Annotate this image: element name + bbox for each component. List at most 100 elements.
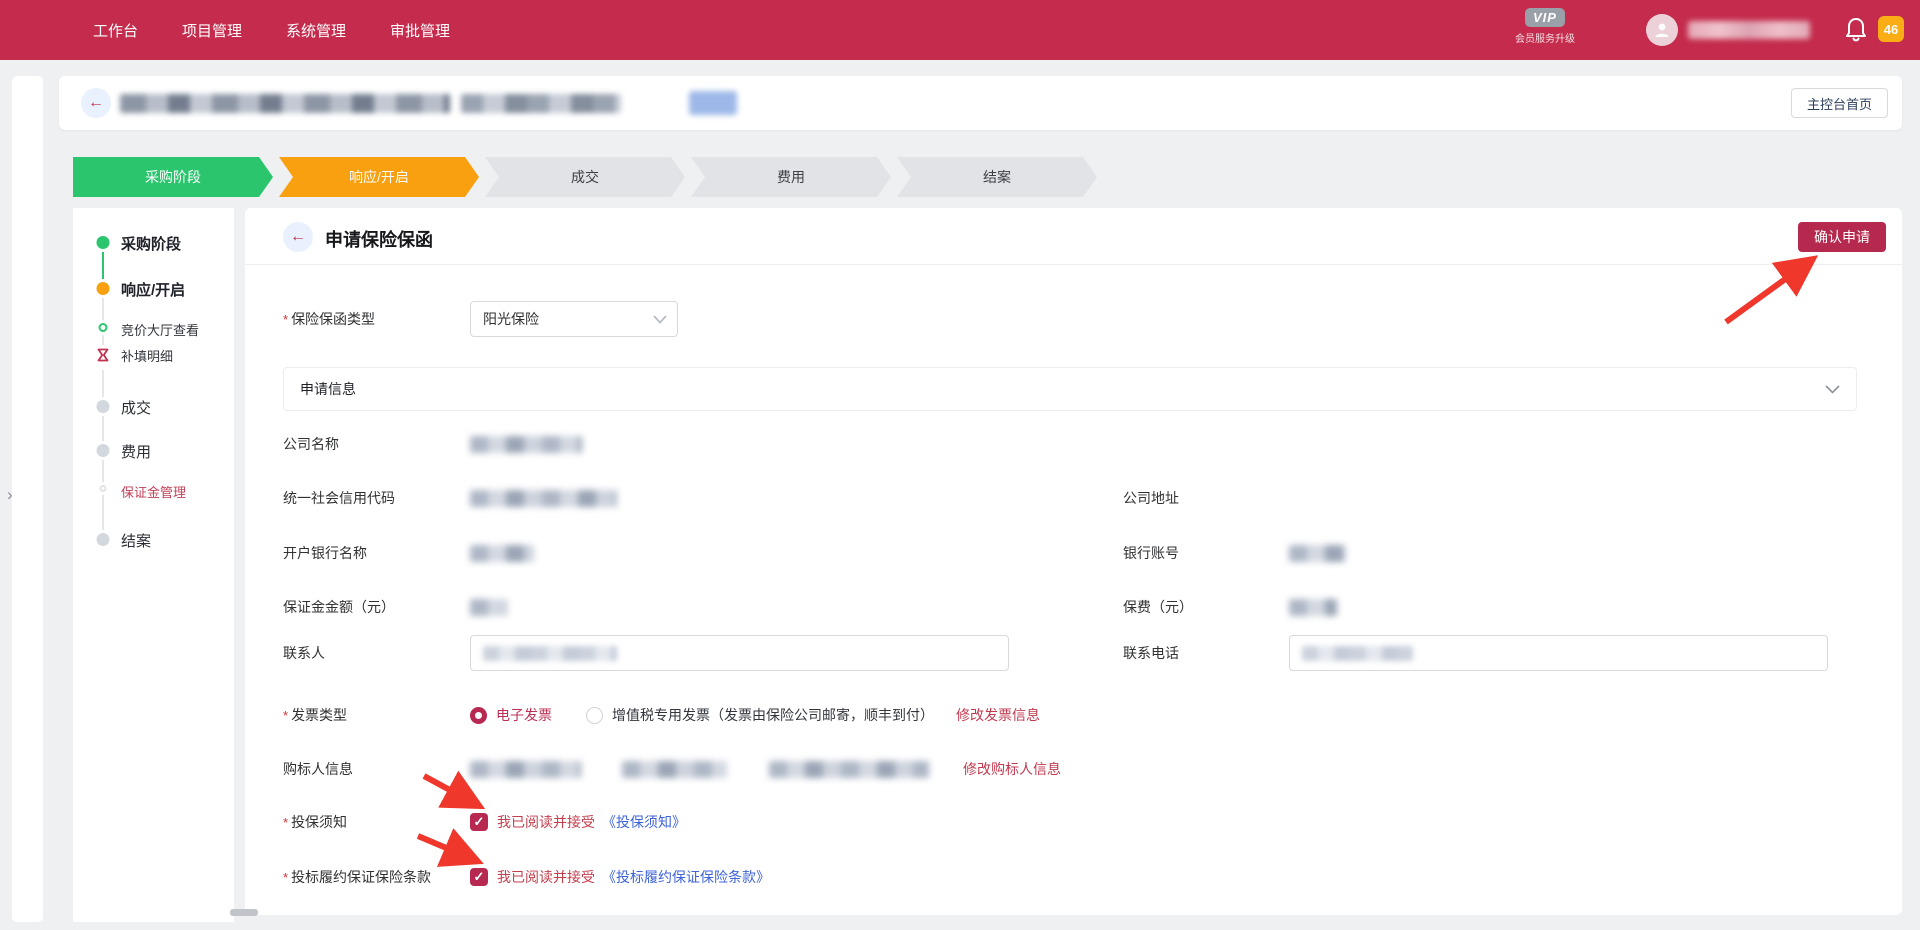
company-name-row: 公司名称	[283, 426, 1857, 462]
page-title: 申请保险保函	[325, 226, 433, 252]
guarantee-type-row: 保险保函类型 阳光保险	[283, 301, 1857, 337]
sidebar-item-close[interactable]: 结案	[121, 530, 151, 551]
contact-label: 联系人	[283, 643, 470, 663]
confirm-apply-button[interactable]: 确认申请	[1798, 222, 1886, 252]
terms-label: 投标履约保证保险条款	[283, 867, 470, 887]
timeline-connector	[102, 298, 104, 534]
sidebar-item-fill-details[interactable]: 补填明细	[121, 346, 173, 365]
invoice-type-label: 发票类型	[283, 705, 470, 725]
nav-item-system-management[interactable]: 系统管理	[286, 20, 346, 41]
stage-sidebar: 采购阶段 响应/开启 竞价大厅查看 补填明细 成交 费用 保证金管理 结案	[73, 208, 234, 922]
contact-row: 联系人 联系电话	[283, 635, 1857, 671]
check-icon: ✓	[474, 814, 485, 830]
bell-icon[interactable]	[1844, 17, 1868, 43]
step-response-open[interactable]: 响应/开启	[279, 157, 479, 197]
stage-pending-dot-icon	[97, 400, 110, 413]
deposit-value-redacted	[470, 599, 507, 616]
step-procurement[interactable]: 采购阶段	[73, 157, 273, 197]
sidebar-item-response-open[interactable]: 响应/开启	[121, 279, 185, 300]
notification-badge[interactable]: 46	[1878, 16, 1904, 42]
nav-item-project-management[interactable]: 项目管理	[182, 20, 242, 41]
chevron-down-icon	[1825, 385, 1840, 394]
sidebar-item-bidding-hall[interactable]: 竞价大厅查看	[121, 320, 199, 339]
stage-pending-dot-icon	[97, 444, 110, 457]
notice-agree-text: 我已阅读并接受	[497, 812, 595, 832]
vip-upgrade[interactable]: VIP 会员服务升级	[1500, 8, 1590, 45]
buyer-info-label: 购标人信息	[283, 759, 470, 779]
radio-e-invoice-label[interactable]: 电子发票	[496, 705, 552, 725]
vip-icon: VIP	[1525, 8, 1565, 27]
person-icon	[1653, 21, 1671, 39]
user-avatar[interactable]	[1646, 14, 1678, 46]
buyer-info-row: 购标人信息 修改购标人信息	[283, 751, 1857, 787]
console-home-button[interactable]: 主控台首页	[1791, 88, 1888, 118]
radio-vat-invoice[interactable]	[586, 707, 603, 724]
back-arrow-icon: ←	[290, 228, 306, 246]
substep-ring-icon	[100, 485, 107, 492]
terms-agree-text: 我已阅读并接受	[497, 867, 595, 887]
phone-label: 联系电话	[1123, 643, 1289, 663]
notice-doc-link[interactable]: 《投保须知》	[602, 812, 686, 832]
bank-account-label: 银行账号	[1123, 543, 1289, 563]
company-name-label: 公司名称	[283, 434, 470, 454]
expand-panel-chevron-icon[interactable]: ›	[7, 485, 13, 505]
buyer-name-redacted	[470, 761, 581, 778]
project-title-redacted	[120, 94, 450, 113]
substep-done-ring-icon	[99, 323, 108, 332]
sidebar-item-deal[interactable]: 成交	[121, 397, 151, 418]
company-address-label: 公司地址	[1123, 488, 1289, 508]
notice-checkbox[interactable]: ✓	[470, 813, 488, 831]
radio-e-invoice[interactable]	[470, 707, 487, 724]
sidebar-item-procurement[interactable]: 采购阶段	[121, 233, 181, 254]
nav-item-approval-management[interactable]: 审批管理	[390, 20, 450, 41]
credit-code-label: 统一社会信用代码	[283, 488, 470, 508]
vip-caption: 会员服务升级	[1500, 30, 1590, 45]
invoice-type-row: 发票类型 电子发票 增值税专用发票（发票由保险公司邮寄，顺丰到付） 修改发票信息	[283, 697, 1857, 733]
check-icon: ✓	[474, 869, 485, 885]
terms-row: 投标履约保证保险条款 ✓ 我已阅读并接受 《投标履约保证保险条款》	[283, 859, 1857, 895]
hourglass-icon	[97, 348, 109, 367]
terms-doc-link[interactable]: 《投标履约保证保险条款》	[602, 867, 770, 887]
nav-menu: 工作台 项目管理 系统管理 审批管理	[93, 20, 450, 41]
apply-info-section-header[interactable]: 申请信息	[283, 367, 1857, 411]
step-deal[interactable]: 成交	[485, 157, 685, 197]
sidebar-item-deposit-management[interactable]: 保证金管理	[121, 482, 186, 501]
buyer-id-redacted	[622, 761, 727, 778]
project-code-redacted	[461, 94, 621, 113]
process-stepper: 采购阶段 响应/开启 成交 费用 结案	[73, 157, 1097, 197]
guarantee-type-select[interactable]: 阳光保险	[470, 301, 678, 337]
bank-name-label: 开户银行名称	[283, 543, 470, 563]
terms-checkbox[interactable]: ✓	[470, 868, 488, 886]
project-status-chip-redacted	[689, 91, 737, 115]
credit-code-value-redacted	[470, 490, 617, 507]
back-arrow-icon: ←	[88, 94, 104, 112]
username-redacted	[1688, 21, 1810, 39]
apply-insurance-panel: ← 申请保险保函 确认申请 保险保函类型 阳光保险 申请信息 公司名称	[245, 208, 1902, 915]
side-collapse-strip	[12, 76, 43, 922]
chevron-down-icon	[653, 315, 667, 324]
stage-done-dot-icon	[97, 236, 110, 249]
radio-vat-invoice-label[interactable]: 增值税专用发票（发票由保险公司邮寄，顺丰到付）	[612, 705, 934, 725]
edit-buyer-info-link[interactable]: 修改购标人信息	[963, 759, 1061, 779]
stage-pending-dot-icon	[97, 533, 110, 546]
credit-code-row: 统一社会信用代码 公司地址	[283, 480, 1857, 516]
bank-name-value-redacted	[470, 545, 534, 562]
edit-invoice-info-link[interactable]: 修改发票信息	[956, 705, 1040, 725]
back-button[interactable]: ←	[81, 88, 111, 118]
top-navbar: 工作台 项目管理 系统管理 审批管理 VIP 会员服务升级 46	[0, 0, 1920, 60]
notice-label: 投保须知	[283, 812, 470, 832]
phone-value-redacted	[1302, 646, 1413, 661]
phone-input[interactable]	[1289, 635, 1828, 671]
horizontal-scrollbar-thumb[interactable]	[230, 909, 258, 916]
step-close[interactable]: 结案	[897, 157, 1097, 197]
step-fee[interactable]: 费用	[691, 157, 891, 197]
contact-input[interactable]	[470, 635, 1009, 671]
panel-back-button[interactable]: ←	[283, 222, 313, 252]
sidebar-item-fee[interactable]: 费用	[121, 441, 151, 462]
page: 工作台 项目管理 系统管理 审批管理 VIP 会员服务升级 46 › ←	[0, 0, 1920, 930]
stage-active-dot-icon	[97, 282, 110, 295]
guarantee-type-value: 阳光保险	[483, 309, 539, 329]
nav-item-workbench[interactable]: 工作台	[93, 20, 138, 41]
panel-header: ← 申请保险保函 确认申请	[245, 208, 1902, 265]
timeline-connector-green	[102, 251, 104, 281]
